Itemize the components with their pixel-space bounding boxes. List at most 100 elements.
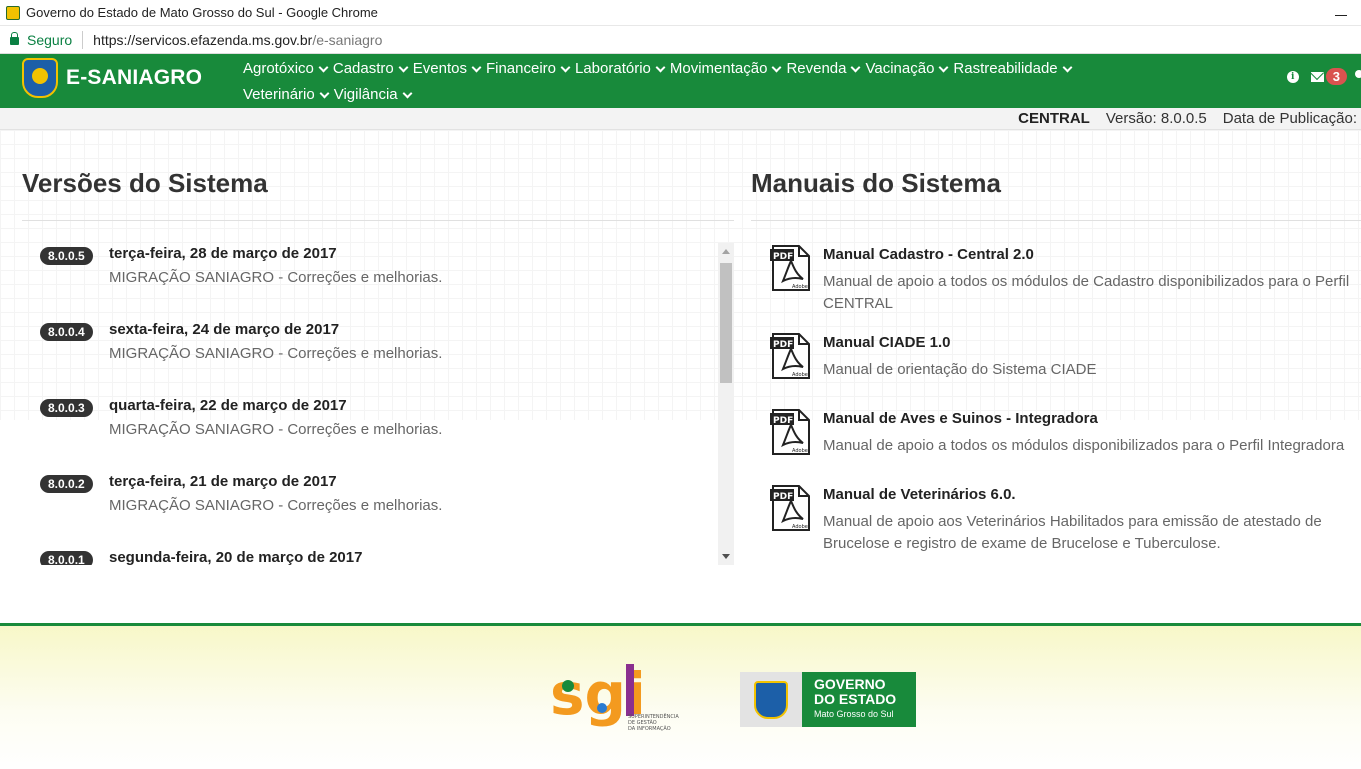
manuals-list: PDF Adobe Manual Cadastro - Central 2.0 … [751,243,1361,555]
manual-title[interactable]: Manual CIADE 1.0 [823,331,1361,351]
version-date: segunda-feira, 20 de março de 2017 [109,549,363,565]
menu-veterinario[interactable]: Veterinário [243,82,330,108]
info-icon[interactable]: i [1286,70,1299,83]
system-status-bar: CENTRAL Versão: 8.0.0.5 Data de Publicaç… [0,108,1361,130]
manual-item[interactable]: PDF Adobe Manual Cadastro - Central 2.0 … [751,243,1361,315]
manual-title[interactable]: Manual de Veterinários 6.0. [823,483,1361,503]
chevron-down-icon [318,62,329,72]
version-date: quarta-feira, 22 de março de 2017 [109,397,347,414]
browser-titlebar: Governo do Estado de Mato Grosso do Sul … [0,0,1361,26]
version-badge: 8.0.0.2 [40,475,93,493]
sgi-logo: sgi SUPERINTENDÊNCIA DE GESTÃO DA INFORM… [550,660,679,732]
mail-icon[interactable] [1310,71,1324,82]
address-separator [82,30,84,49]
chevron-down-icon [398,62,409,72]
scroll-down-arrow-icon[interactable] [722,554,730,559]
navbar-actions: i 3 [1286,68,1361,85]
version-badge: 8.0.0.4 [40,323,93,341]
menu-label: Movimentação [669,60,768,77]
manual-description: Manual de apoio aos Veterinários Habilit… [823,513,1322,552]
chevron-down-icon [319,88,330,98]
menu-financeiro[interactable]: Financeiro [485,56,571,82]
menu-vigilancia[interactable]: Vigilância [334,82,413,108]
menu-label: Financeiro [485,60,556,77]
svg-text:DA INFORMAÇÃO: DA INFORMAÇÃO [628,725,671,732]
chevron-down-icon [1062,62,1073,72]
government-logo: GOVERNO DO ESTADO Mato Grosso do Sul [740,672,916,727]
manual-description: Manual de orientação do Sistema CIADE [823,361,1097,378]
chevron-down-icon [771,62,782,72]
manual-item[interactable]: PDF Adobe Manual CIADE 1.0 Manual de ori… [751,331,1361,391]
site-favicon-icon [6,5,20,20]
main-content: Versões do Sistema 8.0.0.5 terça-feira, … [0,130,1361,622]
menu-revenda[interactable]: Revenda [786,56,861,82]
menu-agrotoxico[interactable]: Agrotóxico [243,56,329,82]
scroll-up-arrow-icon[interactable] [722,249,730,254]
svg-text:Adobe: Adobe [792,284,808,290]
pdf-icon[interactable]: PDF Adobe [769,485,811,531]
divider [751,220,1361,221]
gov-line-3: Mato Grosso do Sul [814,709,894,719]
version-date: terça-feira, 21 de março de 2017 [109,473,337,490]
version-description: MIGRAÇÃO SANIAGRO - Correções e melhoria… [109,497,443,514]
gov-line-1: GOVERNO [814,676,886,692]
publication-date-label: Data de Publicação: [1222,110,1357,127]
manual-description: Manual de apoio a todos os módulos de Ca… [823,273,1350,312]
versions-scrollbar[interactable] [718,243,734,565]
versions-title: Versões do Sistema [22,168,268,198]
version-date: sexta-feira, 24 de março de 2017 [109,321,340,338]
url-path[interactable]: /e-saniagro [312,32,382,48]
divider [22,220,734,221]
menu-laboratorio[interactable]: Laboratório [575,56,666,82]
svg-text:Adobe: Adobe [792,372,808,378]
menu-label: Veterinário [243,86,315,103]
menu-cadastro[interactable]: Cadastro [332,56,409,82]
minimize-window-button[interactable] [1335,4,1347,16]
menu-vacinacao[interactable]: Vacinação [865,56,949,82]
menu-rastreabilidade[interactable]: Rastreabilidade [953,56,1073,82]
manuals-panel: Manuais do Sistema PDF Adobe Manual Cada… [751,130,1361,571]
chevron-down-icon [402,88,413,98]
version-item: 8.0.0.2 terça-feira, 21 de março de 2017… [22,471,734,547]
versions-list: 8.0.0.5 terça-feira, 28 de março de 2017… [22,243,734,565]
menu-eventos[interactable]: Eventos [412,56,482,82]
state-crest-icon [22,58,58,98]
main-menu: Agrotóxico Cadastro Eventos Financeiro L… [243,56,1143,108]
manual-title[interactable]: Manual Cadastro - Central 2.0 [823,243,1361,263]
browser-addressbar[interactable]: Seguro https://servicos.efazenda.ms.gov.… [0,26,1361,54]
menu-label: Laboratório [575,60,651,77]
svg-text:Adobe: Adobe [792,524,808,530]
manual-item[interactable]: PDF Adobe Manual de Veterinários 6.0. Ma… [751,483,1361,555]
secure-label[interactable]: Seguro [27,32,72,48]
window-title: Governo do Estado de Mato Grosso do Sul … [26,5,378,20]
state-seal-icon [740,672,802,727]
gov-line-2: DO ESTADO [814,691,897,707]
notification-badge[interactable]: 3 [1325,68,1347,85]
brand-home-link[interactable]: E-SANIAGRO [22,58,202,98]
user-icon[interactable] [1353,69,1361,84]
manual-item[interactable]: PDF Adobe Manual de Aves e Suinos - Inte… [751,407,1361,467]
chevron-down-icon [938,62,949,72]
version-date: terça-feira, 28 de março de 2017 [109,245,337,262]
menu-label: Eventos [412,60,467,77]
version-item: 8.0.0.5 terça-feira, 28 de março de 2017… [22,243,734,319]
pdf-icon[interactable]: PDF Adobe [769,245,811,291]
svg-text:SUPERINTENDÊNCIA: SUPERINTENDÊNCIA [628,712,679,720]
svg-text:Adobe: Adobe [792,448,808,454]
menu-label: Rastreabilidade [953,60,1058,77]
scrollbar-thumb[interactable] [720,263,732,383]
menu-label: Agrotóxico [243,60,314,77]
version-label: Versão: 8.0.0.5 [1105,110,1207,127]
url-host[interactable]: https://servicos.efazenda.ms.gov.br [93,32,312,48]
manual-title[interactable]: Manual de Aves e Suinos - Integradora [823,407,1361,427]
pdf-icon[interactable]: PDF Adobe [769,409,811,455]
menu-label: Revenda [786,60,847,77]
menu-movimentacao[interactable]: Movimentação [669,56,782,82]
pdf-icon[interactable]: PDF Adobe [769,333,811,379]
lock-icon [10,32,19,45]
version-item: 8.0.0.3 quarta-feira, 22 de março de 201… [22,395,734,471]
version-item: 8.0.0.4 sexta-feira, 24 de março de 2017… [22,319,734,395]
menu-label: Cadastro [332,60,394,77]
version-description: MIGRAÇÃO SANIAGRO - Correções e melhoria… [109,269,443,286]
version-item: 8.0.0.1 segunda-feira, 20 de março de 20… [22,547,734,565]
